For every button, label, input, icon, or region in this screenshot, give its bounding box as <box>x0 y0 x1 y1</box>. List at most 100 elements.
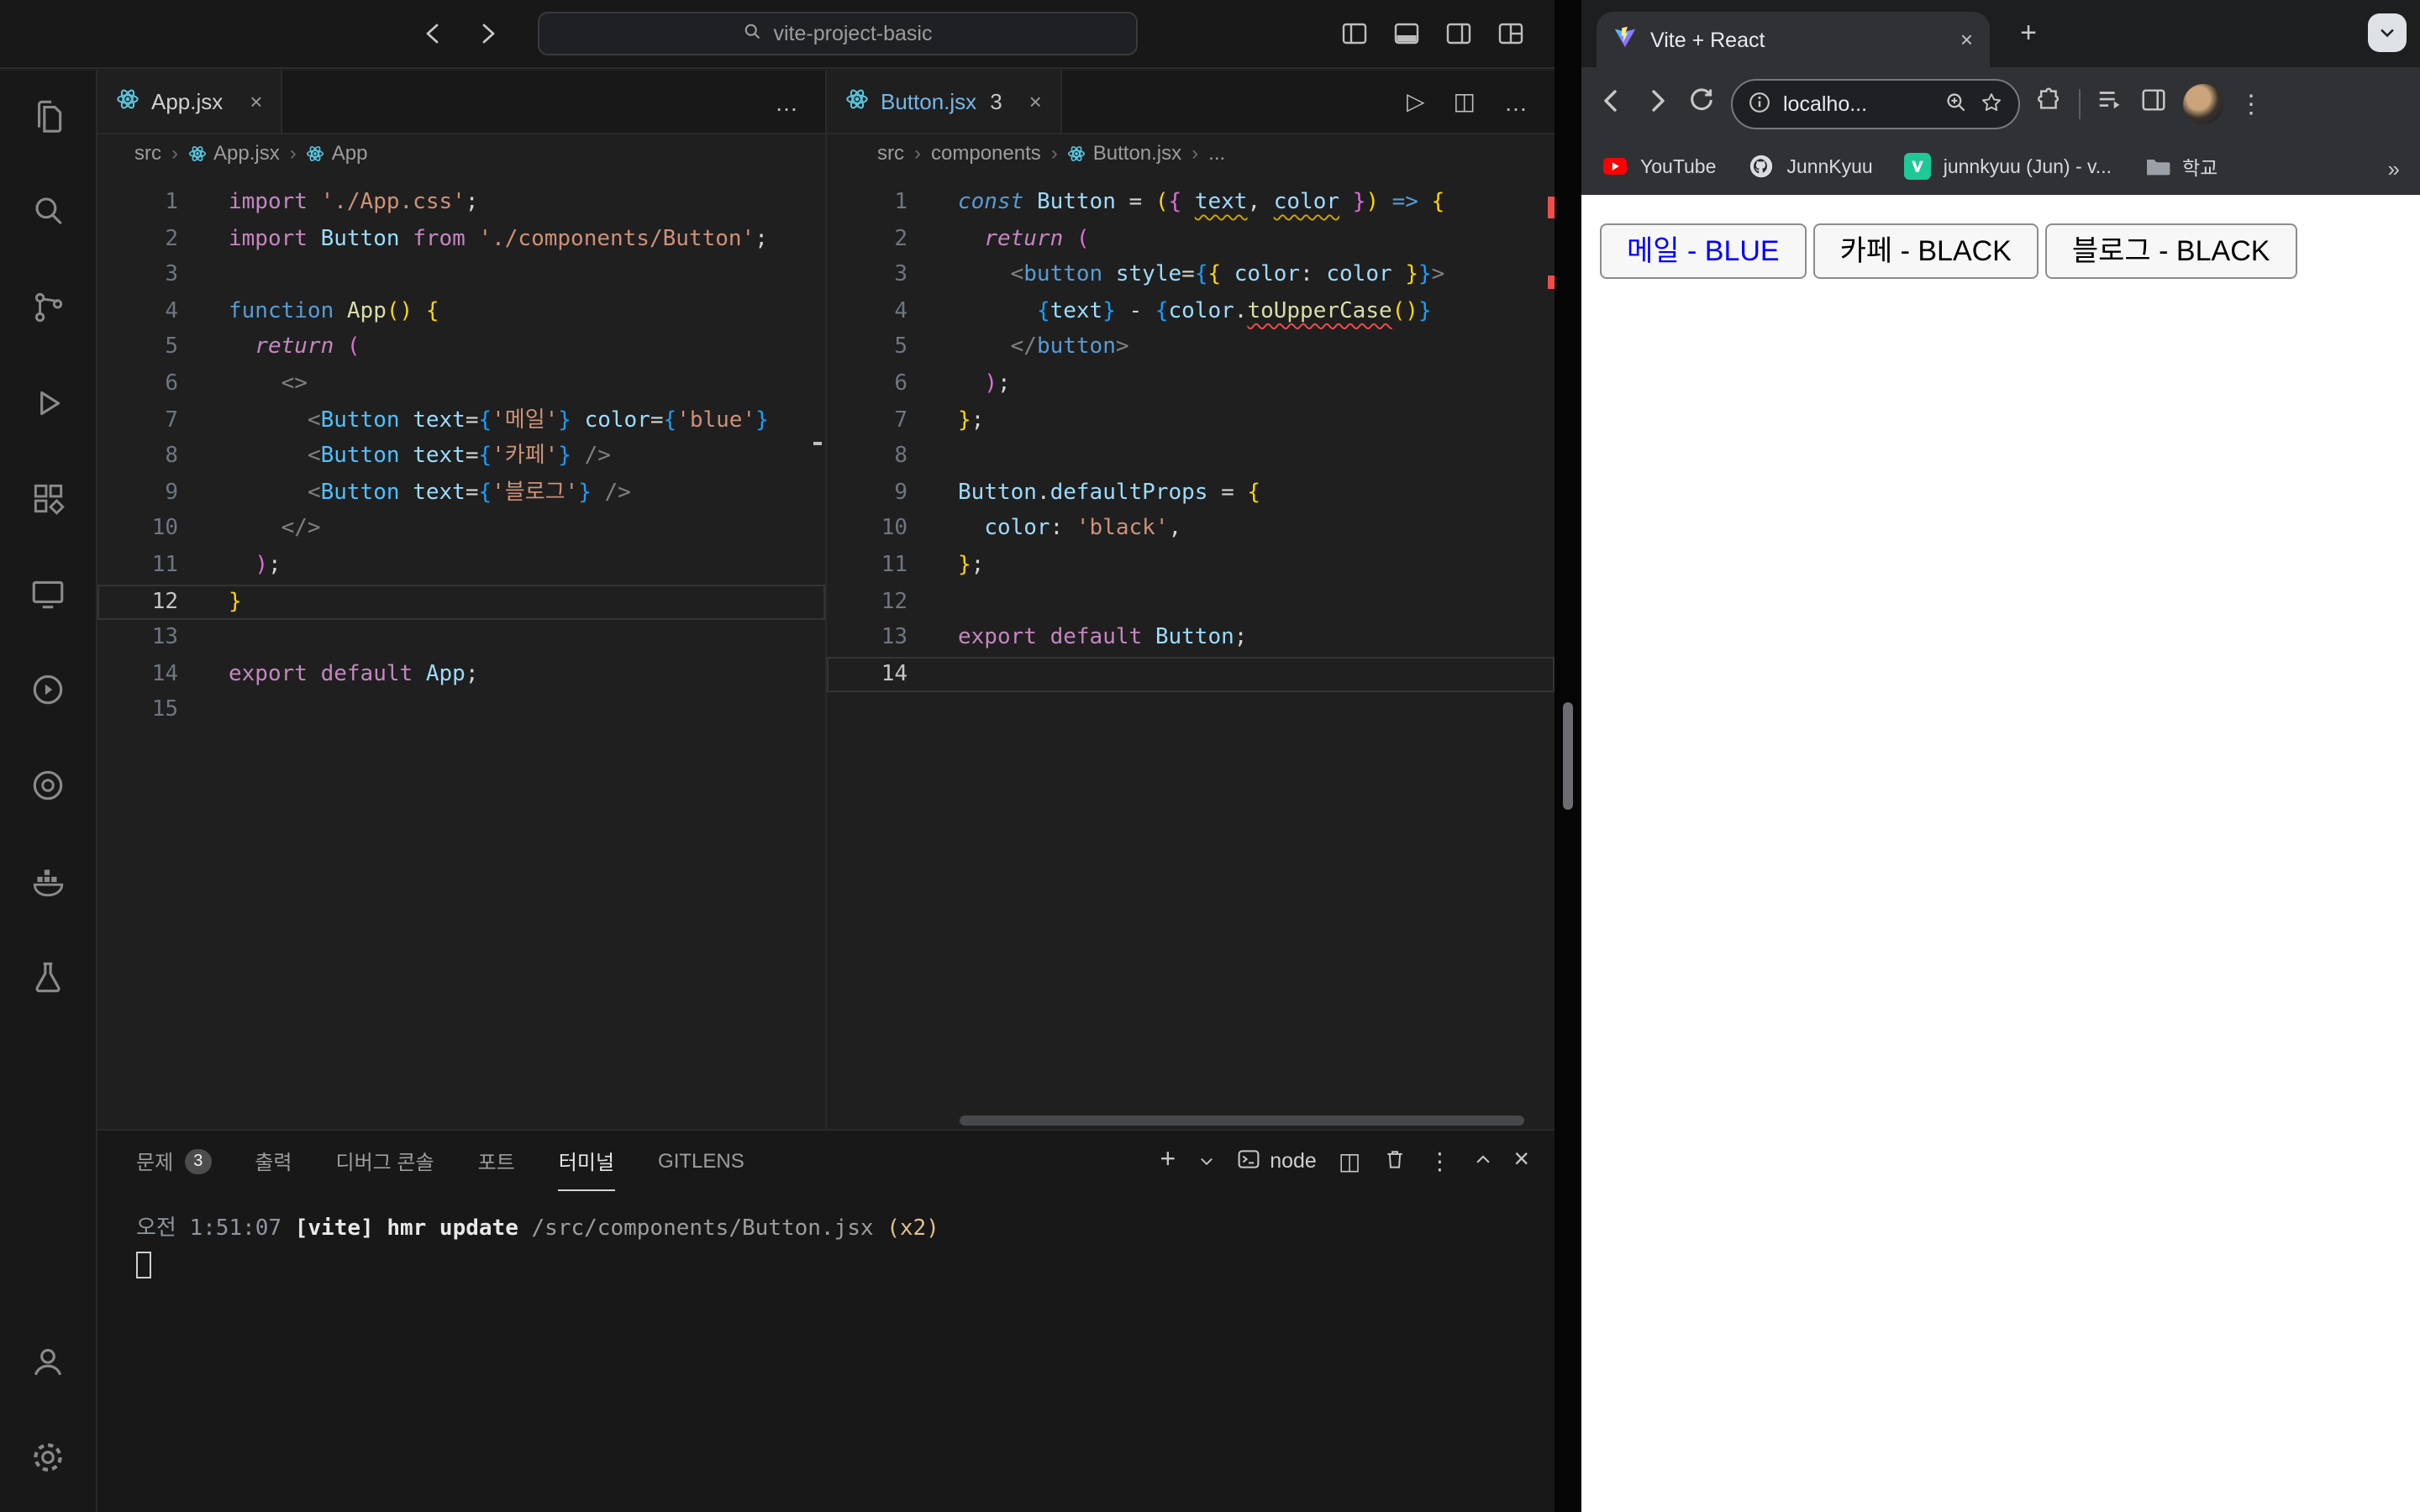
breadcrumb-item[interactable]: src <box>134 141 161 165</box>
code-editor-app[interactable]: 1import './App.css';2import Button from … <box>97 171 825 1129</box>
tab-search-button[interactable] <box>2368 13 2407 52</box>
activity-explorer-button[interactable] <box>0 71 96 166</box>
activity-search-button[interactable] <box>0 166 96 262</box>
zoom-icon[interactable] <box>1944 90 1968 118</box>
activity-remote-explorer-button[interactable] <box>0 549 96 645</box>
code-line[interactable]: 14 <box>827 656 1555 692</box>
activity-gitlens-button[interactable] <box>0 741 96 837</box>
activity-source-control-button[interactable] <box>0 262 96 358</box>
code-line[interactable]: 12} <box>97 584 825 620</box>
close-icon[interactable]: × <box>250 89 262 114</box>
code-line[interactable]: 14export default App; <box>97 656 825 692</box>
panel-tab-GITLENS[interactable]: GITLENS <box>658 1131 744 1191</box>
code-line[interactable]: 1const Button = ({ text, color }) => { <box>827 185 1555 221</box>
reload-icon[interactable] <box>1687 86 1716 123</box>
bookmark-folder[interactable]: 학교 <box>2144 152 2217 184</box>
horizontal-scrollbar[interactable] <box>960 1116 1524 1126</box>
activity-run-and-debug-button[interactable] <box>0 358 96 454</box>
code-line[interactable]: 6 <> <box>97 366 825 402</box>
more-actions-icon[interactable]: … <box>1504 88 1528 115</box>
bookmark-velog[interactable]: junnkyuu (Jun) - v... <box>1905 152 2112 184</box>
breadcrumb-item[interactable]: ... <box>1208 141 1225 165</box>
code-line[interactable]: 5 return ( <box>97 330 825 366</box>
code-line[interactable]: 11}; <box>827 548 1555 584</box>
page-button[interactable]: 블로그 - BLACK <box>2045 223 2297 279</box>
code-line[interactable]: 9 <Button text={'블로그'} /> <box>97 475 825 512</box>
code-line[interactable]: 13 <box>97 620 825 656</box>
code-editor-button[interactable]: 1const Button = ({ text, color }) => {2 … <box>827 171 1555 1129</box>
code-line[interactable]: 6 ); <box>827 366 1555 402</box>
breadcrumb-item[interactable]: App.jsx <box>188 141 280 165</box>
more-actions-icon[interactable]: … <box>775 88 798 115</box>
code-line[interactable]: 2import Button from './components/Button… <box>97 221 825 257</box>
editor-tab-appjsx[interactable]: App.jsx × <box>97 71 282 133</box>
media-controls-icon[interactable] <box>2096 86 2124 123</box>
toggle-panel-icon[interactable] <box>1393 20 1420 55</box>
split-terminal-icon[interactable]: ◫ <box>1339 1147 1360 1175</box>
code-line[interactable]: 9Button.defaultProps = { <box>827 475 1555 512</box>
omnibox[interactable]: localho... <box>1731 79 2020 129</box>
code-line[interactable]: 3 <button style={{ color: color }}> <box>827 257 1555 293</box>
customize-layout-icon[interactable] <box>1497 20 1524 55</box>
close-icon[interactable]: × <box>1960 27 1973 52</box>
bookmarks-overflow-icon[interactable]: » <box>2388 155 2400 181</box>
activity-extensions-button[interactable] <box>0 454 96 549</box>
breadcrumb-item[interactable]: App <box>307 141 368 165</box>
code-line[interactable]: 10 color: 'black', <box>827 512 1555 548</box>
browser-tab[interactable]: Vite + React × <box>1597 12 1990 67</box>
extensions-icon[interactable] <box>2035 86 2064 123</box>
breadcrumb-item[interactable]: Button.jsx <box>1068 141 1181 165</box>
page-button[interactable]: 메일 - BLUE <box>1600 223 1807 279</box>
page-button[interactable]: 카페 - BLACK <box>1813 223 2039 279</box>
code-line[interactable]: 10 </> <box>97 512 825 548</box>
code-line[interactable]: 7}; <box>827 402 1555 438</box>
breadcrumb-item[interactable]: components <box>931 141 1041 165</box>
breadcrumb-item[interactable]: src <box>877 141 904 165</box>
settings-button[interactable] <box>0 1413 96 1509</box>
bookmark-star-icon[interactable] <box>1980 90 2003 118</box>
code-line[interactable]: 2 return ( <box>827 221 1555 257</box>
back-icon[interactable] <box>1597 85 1627 123</box>
panel-tab-디버그 콘솔[interactable]: 디버그 콘솔 <box>336 1131 434 1191</box>
menu-kebab-icon[interactable]: ⋮ <box>2238 89 2264 119</box>
panel-tab-터미널[interactable]: 터미널 <box>559 1131 614 1191</box>
kill-terminal-icon[interactable] <box>1382 1147 1406 1175</box>
terminal-output[interactable]: 오전 1:51:07 [vite] hmr update /src/compon… <box>97 1191 1555 1278</box>
code-line[interactable]: 4function App() { <box>97 294 825 330</box>
activity-live-server-button[interactable] <box>0 645 96 741</box>
profile-avatar[interactable] <box>2183 84 2223 124</box>
code-line[interactable]: 1import './App.css'; <box>97 185 825 221</box>
toggle-secondary-sidebar-icon[interactable] <box>1445 20 1472 55</box>
accounts-button[interactable] <box>0 1317 96 1413</box>
code-line[interactable]: 8 <Button text={'카페'} /> <box>97 438 825 475</box>
code-line[interactable]: 11 ); <box>97 548 825 584</box>
activity-testing-button[interactable] <box>0 932 96 1028</box>
command-center[interactable]: vite-project-basic <box>538 12 1138 55</box>
code-line[interactable]: 5 </button> <box>827 330 1555 366</box>
editor-tab-buttonjsx[interactable]: Button.jsx 3 × <box>827 71 1062 133</box>
toggle-sidebar-icon[interactable] <box>1341 20 1368 55</box>
split-editor-icon[interactable]: ◫ <box>1454 87 1476 116</box>
code-line[interactable]: 13export default Button; <box>827 620 1555 656</box>
forward-icon[interactable] <box>1642 85 1672 123</box>
panel-tab-포트[interactable]: 포트 <box>478 1131 515 1191</box>
panel-tab-출력[interactable]: 출력 <box>255 1131 292 1191</box>
divider-handle[interactable] <box>1563 702 1573 810</box>
code-line[interactable]: 8 <box>827 438 1555 475</box>
panel-tab-문제[interactable]: 문제3 <box>136 1131 211 1191</box>
bookmark-github[interactable]: JunnKyuu <box>1748 152 1872 184</box>
new-terminal-icon[interactable]: + <box>1160 1146 1176 1176</box>
window-divider[interactable] <box>1555 0 1581 1512</box>
new-tab-button[interactable]: + <box>2008 13 2049 54</box>
side-panel-icon[interactable] <box>2139 86 2168 123</box>
activity-docker-button[interactable] <box>0 837 96 932</box>
terminal-instance[interactable]: node <box>1236 1147 1317 1175</box>
close-icon[interactable]: × <box>1029 89 1042 114</box>
code-line[interactable]: 4 {text} - {color.toUpperCase()} <box>827 294 1555 330</box>
run-file-icon[interactable]: ▷ <box>1407 87 1425 116</box>
site-info-icon[interactable] <box>1748 90 1771 118</box>
url-text[interactable]: localho... <box>1783 92 1933 116</box>
history-forward-icon[interactable] <box>474 20 501 55</box>
code-line[interactable]: 7 <Button text={'메일'} color={'blue'} <box>97 402 825 438</box>
code-line[interactable]: 12 <box>827 584 1555 620</box>
